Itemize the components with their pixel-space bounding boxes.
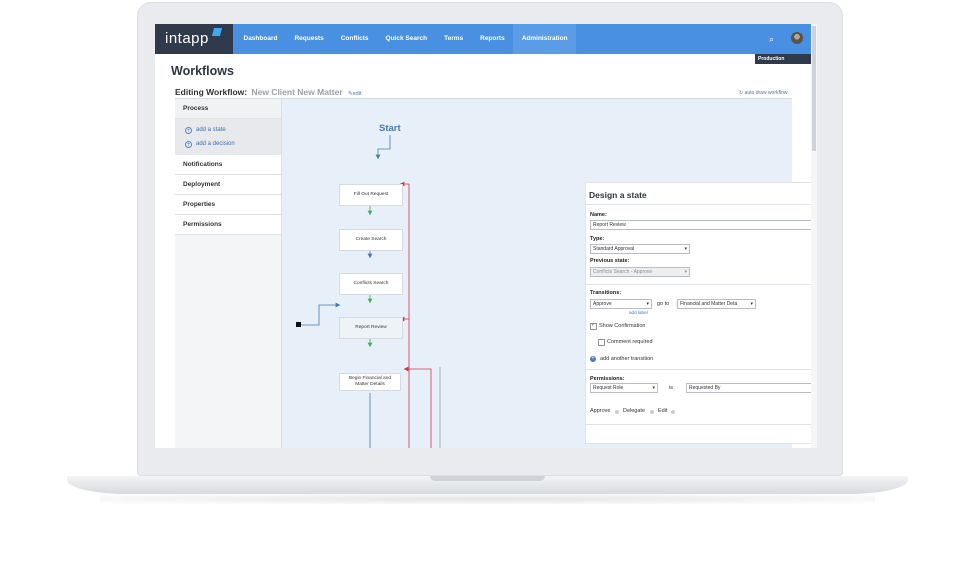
edit-link-label: edit bbox=[352, 91, 362, 97]
nav-requests[interactable]: Requests bbox=[286, 24, 332, 54]
add-decision-link[interactable]: + add a decision bbox=[185, 137, 281, 151]
perm-edit-toggle[interactable] bbox=[671, 410, 675, 414]
workflow-sidebar: Process + add a state + add a decision Not… bbox=[175, 99, 282, 448]
comment-required-label: Comment required bbox=[607, 339, 653, 345]
panel-rule-2 bbox=[586, 369, 817, 370]
name-label: Name: bbox=[590, 212, 607, 218]
transition-target-value: Financial and Matter Deta bbox=[680, 301, 738, 307]
connector-return-3 bbox=[403, 366, 432, 448]
permissions-label: Permissions: bbox=[590, 376, 625, 382]
connector-return-1 bbox=[399, 181, 410, 448]
user-avatar[interactable] bbox=[791, 32, 803, 44]
nav-conflicts[interactable]: Conflicts bbox=[332, 24, 377, 54]
connector-start bbox=[375, 135, 391, 160]
previous-state-label: Previous state: bbox=[590, 258, 630, 264]
state-node-fill-out-request[interactable]: Fill Out Request bbox=[339, 184, 403, 206]
page-scroll-thumb[interactable] bbox=[812, 26, 816, 151]
page-title: Workflows bbox=[171, 64, 234, 78]
connector-entry bbox=[299, 302, 341, 326]
previous-state-select: Conflicts Search - Approve bbox=[590, 267, 690, 277]
laptop-notch bbox=[430, 476, 545, 481]
permission-role-value: Request Role bbox=[593, 385, 624, 391]
editing-label: Editing Workflow: bbox=[175, 87, 248, 97]
add-state-label: add a state bbox=[196, 127, 226, 133]
perm-approve-label: Approve bbox=[590, 408, 611, 414]
laptop-shadow bbox=[100, 494, 875, 504]
add-label-link[interactable]: add label bbox=[629, 310, 648, 315]
nav-reports[interactable]: Reports bbox=[472, 24, 514, 54]
type-select[interactable]: Standard Approval bbox=[590, 244, 690, 254]
sidebar-item-deployment[interactable]: Deployment bbox=[175, 175, 281, 195]
type-label: Type: bbox=[590, 236, 605, 242]
state-name-input[interactable]: Report Review bbox=[590, 220, 817, 230]
intapp-logo[interactable]: intapp bbox=[155, 24, 233, 54]
app-screen: intapp Dashboard Requests Conflicts Quic… bbox=[155, 24, 817, 448]
nav-administration[interactable]: Administration bbox=[513, 24, 577, 54]
entry-point-handle[interactable] bbox=[296, 322, 301, 327]
workflow-canvas[interactable]: Start Fill Out Request Create Search Con… bbox=[282, 99, 817, 448]
transition-action-value: Approve bbox=[593, 301, 612, 307]
add-decision-label: add a decision bbox=[196, 141, 235, 147]
transition-action-select[interactable]: Approve bbox=[590, 299, 652, 309]
add-transition-icon[interactable]: + bbox=[590, 356, 596, 362]
transitions-label: Transitions: bbox=[590, 290, 622, 296]
add-decision-icon: + bbox=[185, 140, 192, 148]
comment-required-checkbox[interactable] bbox=[598, 339, 605, 346]
page-scrollbar[interactable] bbox=[811, 24, 817, 448]
panel-rule-1 bbox=[586, 284, 817, 285]
permission-value: Requested By bbox=[689, 385, 721, 391]
state-node-financial-details[interactable]: Begin Financial and Matter Details bbox=[339, 373, 401, 391]
nav-terms[interactable]: Terms bbox=[436, 24, 472, 54]
sidebar-item-notifications[interactable]: Notifications bbox=[175, 155, 281, 175]
process-actions: + add a state + add a decision bbox=[175, 119, 281, 155]
show-confirmation-checkbox[interactable] bbox=[590, 322, 597, 330]
nav-dashboard[interactable]: Dashboard bbox=[235, 24, 286, 54]
logo-text: intapp bbox=[165, 30, 209, 47]
panel-rule-3 bbox=[586, 424, 817, 425]
state-node-conflicts-search[interactable]: Conflicts Search bbox=[339, 273, 403, 295]
is-text: is bbox=[669, 385, 673, 391]
search-icon[interactable]: ⌕ bbox=[769, 34, 774, 45]
perm-approve-toggle[interactable] bbox=[615, 410, 619, 414]
nav-quick-search[interactable]: Quick Search bbox=[377, 24, 436, 54]
perm-edit-label: Edit bbox=[658, 408, 668, 414]
auto-draw-workflow-link[interactable]: ↻ auto draw workflow bbox=[739, 90, 787, 96]
sidebar-item-permissions[interactable]: Permissions bbox=[175, 215, 281, 235]
permission-role-select[interactable]: Request Role bbox=[590, 383, 658, 393]
sidebar-item-process[interactable]: Process bbox=[175, 99, 281, 119]
environment-badge: Production bbox=[755, 54, 811, 64]
perm-delegate-toggle[interactable] bbox=[650, 410, 654, 414]
show-confirmation-label: Show Confirmation bbox=[599, 323, 646, 329]
workflow-name: New Client New Matter bbox=[251, 87, 343, 97]
edit-workflow-link[interactable]: ✎edit bbox=[348, 91, 361, 97]
go-to-text: go to bbox=[657, 301, 670, 307]
type-value: Standard Approval bbox=[593, 246, 635, 252]
add-transition-link[interactable]: add another transition bbox=[600, 356, 653, 362]
logo-mark-icon bbox=[211, 28, 223, 36]
panel-title: Design a state bbox=[589, 190, 647, 200]
start-label: Start bbox=[379, 123, 401, 134]
workflow-header: Editing Workflow: New Client New Matter … bbox=[175, 87, 361, 97]
perm-delegate-label: Delegate bbox=[623, 408, 646, 414]
top-navigation-bar: intapp Dashboard Requests Conflicts Quic… bbox=[155, 24, 817, 54]
transition-target-select[interactable]: Financial and Matter Deta bbox=[677, 299, 756, 309]
sidebar-item-properties[interactable]: Properties bbox=[175, 195, 281, 215]
previous-state-value: Conflicts Search - Approve bbox=[593, 269, 653, 275]
state-node-report-review[interactable]: Report Review bbox=[339, 317, 403, 339]
add-state-icon: + bbox=[185, 126, 192, 134]
design-state-panel: Design a state Name: Report Review Type:… bbox=[586, 183, 817, 443]
auto-draw-label: auto draw workflow bbox=[744, 90, 788, 96]
state-node-create-search[interactable]: Create Search bbox=[339, 229, 403, 251]
permission-value-select[interactable]: Requested By bbox=[686, 383, 817, 393]
panel-title-rule bbox=[586, 204, 817, 205]
main-nav: Dashboard Requests Conflicts Quick Searc… bbox=[235, 24, 577, 54]
add-state-link[interactable]: + add a state bbox=[185, 123, 281, 137]
